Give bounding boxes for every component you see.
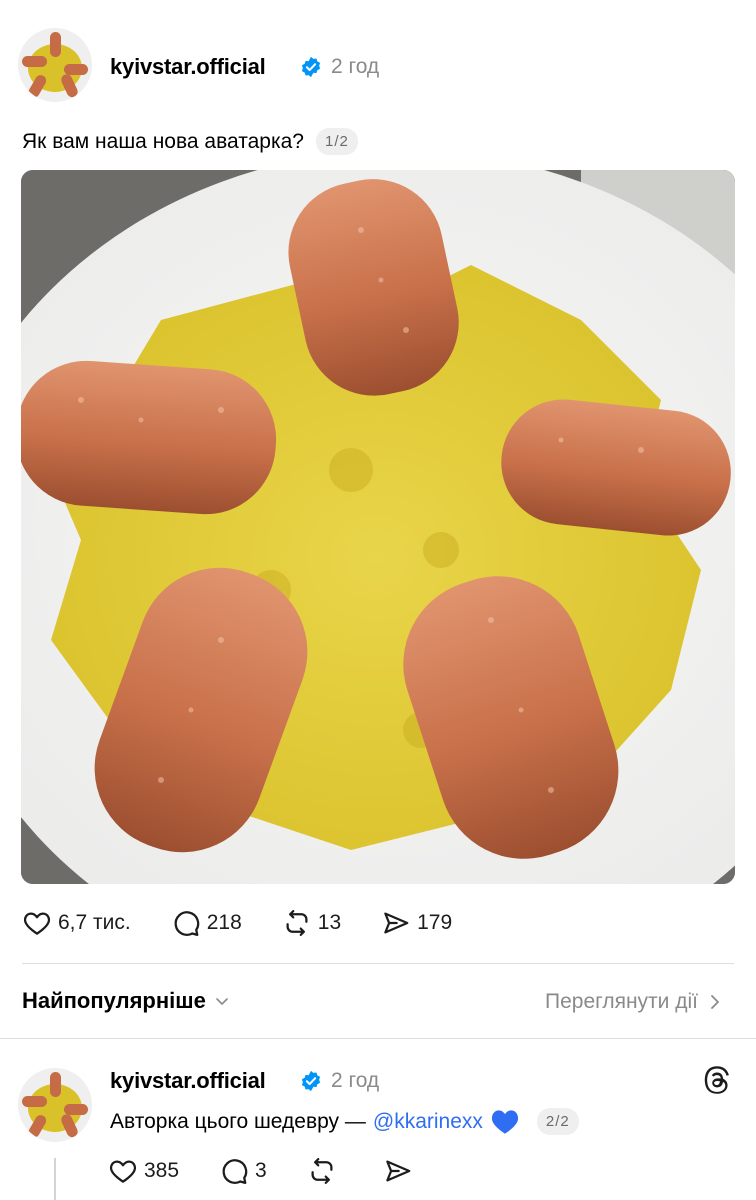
reply-time: 2 год [331, 1069, 380, 1092]
reply-username[interactable]: kyivstar.official [110, 1068, 266, 1094]
share-button[interactable]: 179 [381, 908, 452, 938]
like-count: 385 [144, 1159, 180, 1182]
reply-body: Авторка цього шедевру — [110, 1109, 366, 1133]
pager-badge: 1/2 [315, 128, 358, 155]
sort-dropdown[interactable]: Найпопулярніше [22, 988, 230, 1014]
chevron-right-icon [711, 995, 719, 1009]
reply-text: Авторка цього шедевру — @kkarinexx 2/2 [110, 1108, 579, 1135]
food-photo-illustration [21, 170, 735, 884]
thread-line [54, 1158, 56, 1200]
comment-icon [222, 1159, 248, 1184]
post-caption: Як вам наша нова аватарка? 1/2 [22, 128, 358, 155]
post-actions: 6,7 тис. 218 13 179 [22, 908, 492, 938]
repost-count: 13 [317, 911, 342, 934]
mention-link[interactable]: @kkarinexx [373, 1110, 483, 1134]
like-count: 6,7 тис. [58, 911, 131, 934]
divider [0, 1038, 756, 1039]
post-image[interactable] [21, 170, 735, 884]
comment-count: 218 [206, 911, 242, 934]
divider [22, 963, 734, 964]
reply-actions: 385 3 [108, 1156, 459, 1186]
view-activity-label: Переглянути дії [545, 990, 698, 1013]
heart-icon [109, 1160, 137, 1183]
heart-icon [23, 912, 51, 935]
verified-icon [301, 1070, 321, 1092]
post-username[interactable]: kyivstar.official [110, 54, 266, 80]
comment-count: 3 [255, 1159, 267, 1182]
like-button[interactable]: 385 [108, 1156, 179, 1186]
post-avatar[interactable] [18, 28, 92, 102]
comment-button[interactable]: 3 [219, 1156, 267, 1186]
verified-icon [301, 56, 321, 78]
view-activity-link[interactable]: Переглянути дії [545, 990, 722, 1014]
repost-button[interactable]: 13 [282, 908, 341, 938]
post-time: 2 год [331, 55, 380, 78]
share-icon [384, 912, 409, 934]
caption-text: Як вам наша нова аватарка? [22, 129, 304, 153]
repost-button[interactable] [307, 1156, 343, 1186]
repost-icon [286, 910, 308, 936]
share-button[interactable] [383, 1156, 419, 1186]
sort-label: Найпопулярніше [22, 988, 206, 1013]
share-icon [385, 1160, 411, 1182]
comment-icon [174, 911, 199, 936]
repost-icon [311, 1158, 333, 1184]
chevron-down-icon [216, 998, 228, 1005]
share-count: 179 [417, 911, 453, 934]
pager-badge: 2/2 [536, 1108, 579, 1135]
like-button[interactable]: 6,7 тис. [22, 908, 131, 938]
threads-logo-icon[interactable] [702, 1064, 732, 1096]
reply-avatar[interactable] [18, 1068, 92, 1142]
blue-heart-icon [491, 1109, 519, 1134]
comment-button[interactable]: 218 [171, 908, 242, 938]
